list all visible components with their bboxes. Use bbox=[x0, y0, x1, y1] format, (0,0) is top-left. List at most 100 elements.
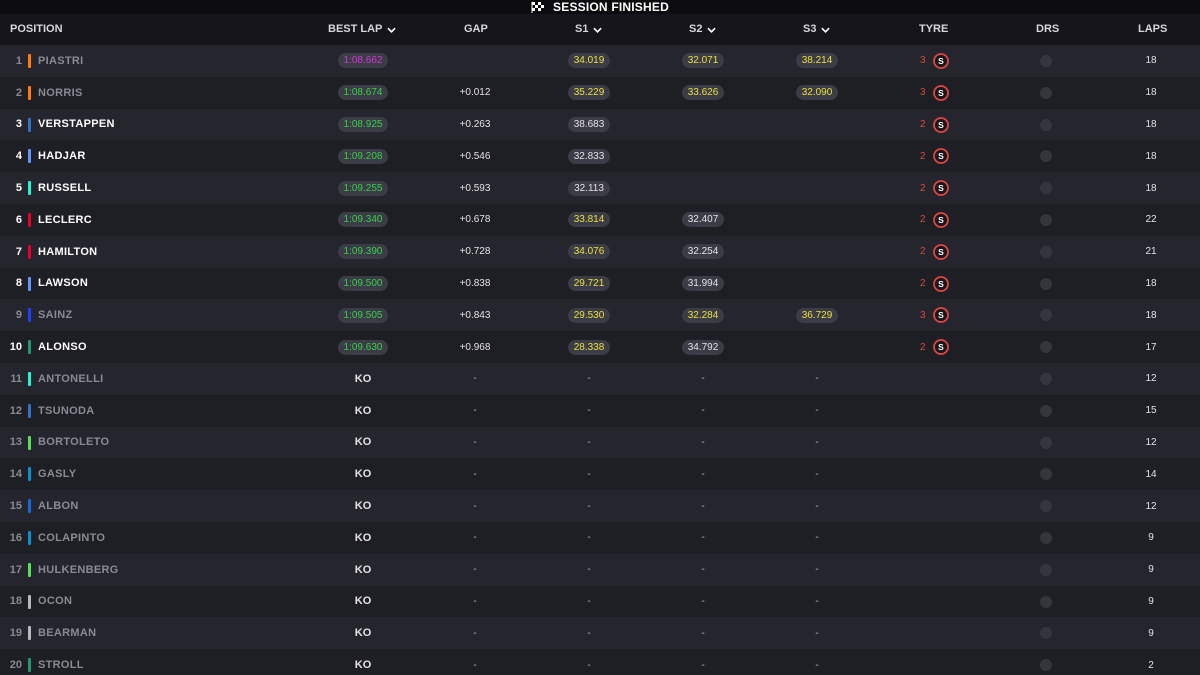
table-row[interactable]: 12 TSUNODA KO - - - - 15 bbox=[0, 394, 1200, 427]
driver-name: BEARMAN bbox=[38, 627, 97, 640]
team-color-bar bbox=[28, 54, 31, 68]
table-row[interactable]: 5 RUSSELL 1:09.255 +0.593 32.113 2 S 18 bbox=[0, 172, 1200, 204]
col-tyre: TYRE bbox=[919, 23, 949, 35]
team-color-bar bbox=[28, 658, 31, 673]
table-row[interactable]: 14 GASLY KO - - - - 14 bbox=[0, 458, 1200, 491]
chevron-down-icon bbox=[821, 27, 831, 33]
s2-time: - bbox=[701, 532, 705, 544]
table-row[interactable]: 11 ANTONELLI KO - - - - 12 bbox=[0, 362, 1200, 395]
drs-indicator bbox=[1040, 627, 1052, 640]
table-row[interactable]: 17 HULKENBERG KO - - - - 9 bbox=[0, 553, 1200, 586]
col-s3[interactable]: S3 bbox=[803, 14, 831, 45]
drs-indicator bbox=[1040, 468, 1052, 481]
col-laps: LAPS bbox=[1138, 23, 1168, 35]
tyre-age: 3 bbox=[920, 55, 926, 67]
drs-indicator bbox=[1040, 277, 1052, 290]
best-lap-time: KO bbox=[354, 563, 372, 576]
s3-time: - bbox=[815, 532, 819, 544]
table-row[interactable]: 19 BEARMAN KO - - - - 9 bbox=[0, 617, 1200, 650]
position-number: 10 bbox=[9, 341, 22, 354]
driver-name: SAINZ bbox=[38, 309, 73, 322]
driver-name: LAWSON bbox=[38, 277, 89, 290]
s2-time: 32.284 bbox=[681, 307, 725, 323]
s3-time: - bbox=[815, 436, 819, 448]
laps-count: 9 bbox=[1148, 627, 1154, 639]
table-row[interactable]: 20 STROLL KO - - - - 2 bbox=[0, 649, 1200, 675]
driver-name: HADJAR bbox=[38, 150, 86, 163]
position-number: 2 bbox=[15, 86, 22, 99]
s2-time: 32.254 bbox=[681, 244, 725, 260]
driver-name: HULKENBERG bbox=[38, 563, 119, 576]
tyre-compound-label: S bbox=[938, 88, 944, 98]
table-row[interactable]: 16 COLAPINTO KO - - - - 9 bbox=[0, 521, 1200, 554]
laps-count: 18 bbox=[1145, 277, 1157, 289]
table-row[interactable]: 4 HADJAR 1:09.208 +0.546 32.833 2 S 18 bbox=[0, 140, 1200, 173]
laps-count: 18 bbox=[1145, 309, 1157, 321]
table-row[interactable]: 7 HAMILTON 1:09.390 +0.728 34.076 32.254 2 S 2… bbox=[0, 235, 1200, 268]
best-lap-time: 1:09.505 bbox=[337, 307, 389, 323]
drs-indicator bbox=[1040, 86, 1052, 99]
chevron-down-icon bbox=[593, 27, 603, 33]
table-row[interactable]: 1 PIASTRI 1:08.662 34.019 32.071 38.214 3 S 18 bbox=[0, 45, 1200, 77]
col-best-lap[interactable]: BEST LAP bbox=[328, 14, 397, 45]
col-s2[interactable]: S2 bbox=[689, 14, 717, 45]
team-color-bar bbox=[28, 499, 31, 514]
best-lap-time: KO bbox=[354, 595, 372, 608]
gap-value: - bbox=[473, 627, 477, 639]
laps-count: 9 bbox=[1148, 564, 1154, 576]
s2-time: - bbox=[701, 436, 705, 448]
s1-time: 34.019 bbox=[567, 53, 611, 69]
table-row[interactable]: 18 OCON KO - - - - 9 bbox=[0, 585, 1200, 618]
driver-name: STROLL bbox=[38, 659, 84, 672]
table-row[interactable]: 15 ALBON KO - - - - 12 bbox=[0, 490, 1200, 522]
position-number: 18 bbox=[9, 595, 22, 608]
team-color-bar bbox=[28, 340, 31, 355]
driver-name: HAMILTON bbox=[38, 245, 98, 258]
s2-time: 34.792 bbox=[681, 339, 725, 355]
table-row[interactable]: 10 ALONSO 1:09.630 +0.968 28.338 34.792 2 S 17 bbox=[0, 331, 1200, 363]
team-color-bar bbox=[28, 244, 31, 259]
laps-count: 12 bbox=[1145, 436, 1157, 448]
s1-time: - bbox=[587, 436, 591, 448]
col-s1[interactable]: S1 bbox=[575, 14, 603, 45]
table-row[interactable]: 3 VERSTAPPEN 1:08.925 +0.263 38.683 2 S 18 bbox=[0, 108, 1200, 141]
session-status-bar: SESSION FINISHED bbox=[0, 0, 1200, 14]
drs-indicator bbox=[1040, 150, 1052, 163]
laps-count: 18 bbox=[1145, 55, 1157, 67]
s3-time: - bbox=[815, 659, 819, 671]
table-row[interactable]: 2 NORRIS 1:08.674 +0.012 35.229 33.626 32.090 3… bbox=[0, 76, 1200, 109]
driver-name: GASLY bbox=[38, 468, 77, 481]
team-color-bar bbox=[28, 562, 31, 577]
laps-count: 18 bbox=[1145, 87, 1157, 99]
table-row[interactable]: 13 BORTOLETO KO - - - - 12 bbox=[0, 426, 1200, 459]
tyre-age: 2 bbox=[920, 118, 926, 130]
col-gap: GAP bbox=[464, 23, 488, 35]
gap-value: - bbox=[473, 564, 477, 576]
timing-table-header: POSITION BEST LAP GAP S1 S2 S3 TYRE DRS … bbox=[0, 14, 1200, 45]
drs-indicator bbox=[1040, 404, 1052, 417]
s2-time: - bbox=[701, 564, 705, 576]
table-row[interactable]: 6 LECLERC 1:09.340 +0.678 33.814 32.407 2 S 22 bbox=[0, 203, 1200, 236]
chevron-down-icon bbox=[387, 27, 397, 33]
tyre-age: 2 bbox=[920, 182, 926, 194]
tyre-compound-label: S bbox=[938, 152, 944, 162]
gap-value: +0.012 bbox=[459, 87, 491, 99]
best-lap-time: KO bbox=[354, 468, 372, 481]
team-color-bar bbox=[28, 435, 31, 450]
driver-name: RUSSELL bbox=[38, 182, 92, 195]
table-row[interactable]: 9 SAINZ 1:09.505 +0.843 29.530 32.284 36.729 3 … bbox=[0, 299, 1200, 332]
best-lap-time: 1:09.630 bbox=[337, 339, 389, 355]
drs-indicator bbox=[1040, 245, 1052, 258]
s1-time: 32.113 bbox=[568, 180, 610, 196]
position-number: 12 bbox=[9, 404, 22, 417]
best-lap-time: KO bbox=[354, 500, 372, 513]
gap-value: - bbox=[473, 405, 477, 417]
s3-time: - bbox=[815, 373, 819, 385]
s2-time: 32.407 bbox=[681, 212, 725, 228]
position-number: 11 bbox=[10, 372, 22, 385]
tyre-compound-label: S bbox=[938, 279, 944, 289]
table-row[interactable]: 8 LAWSON 1:09.500 +0.838 29.721 31.994 2 S 18 bbox=[0, 267, 1200, 300]
tyre-compound-label: S bbox=[938, 56, 944, 66]
best-lap-time: 1:09.500 bbox=[337, 275, 389, 291]
position-number: 1 bbox=[15, 54, 22, 67]
